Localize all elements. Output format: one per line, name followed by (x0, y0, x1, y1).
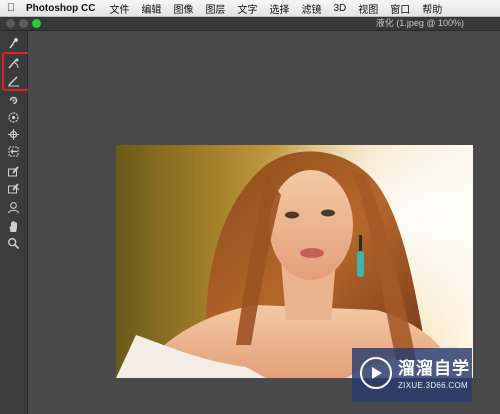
face-tool-icon[interactable] (4, 200, 23, 215)
pucker-tool-icon[interactable] (4, 110, 23, 125)
menu-help[interactable]: 帮助 (416, 1, 448, 16)
menu-type[interactable]: 文字 (231, 1, 263, 16)
portrait-image (116, 145, 473, 378)
menu-3d[interactable]: 3D (327, 3, 352, 14)
watermark-badge: 溜溜自学 ZIXUE.3D66.COM (352, 348, 472, 402)
menu-layer[interactable]: 图层 (199, 1, 231, 16)
zoom-tool-icon[interactable] (4, 236, 23, 251)
menu-edit[interactable]: 编辑 (135, 1, 167, 16)
window-close-button[interactable] (6, 19, 15, 28)
document-title: 液化 (1.jpeg @ 100%) (375, 18, 464, 28)
play-logo-icon (360, 357, 392, 389)
hand-tool-icon[interactable] (4, 219, 23, 234)
apple-icon[interactable]:  (0, 2, 22, 14)
window-zoom-button[interactable] (32, 19, 41, 28)
freeze-mask-tool-icon[interactable] (4, 164, 23, 179)
twirl-clockwise-tool-icon[interactable] (4, 93, 23, 108)
watermark-url: ZIXUE.3D66.COM (398, 381, 468, 390)
menu-window[interactable]: 窗口 (384, 1, 416, 16)
menu-image[interactable]: 图像 (167, 1, 199, 16)
forward-warp-tool-icon[interactable] (4, 36, 23, 51)
menu-app-name[interactable]: Photoshop CC (22, 3, 103, 14)
thaw-mask-tool-icon[interactable] (4, 181, 23, 196)
push-left-tool-icon[interactable] (4, 144, 23, 159)
menu-file[interactable]: 文件 (103, 1, 135, 16)
document-photo[interactable] (116, 145, 473, 378)
menu-view[interactable]: 视图 (352, 1, 384, 16)
window-title-bar: 液化 (1.jpeg @ 100%) (0, 17, 500, 31)
window-minimize-button[interactable] (19, 19, 28, 28)
menu-filter[interactable]: 滤镜 (295, 1, 327, 16)
watermark-brand: 溜溜自学 (398, 359, 470, 378)
menu-select[interactable]: 选择 (263, 1, 295, 16)
menu-bar:  Photoshop CC 文件 编辑 图像 图层 文字 选择 滤镜 3D 视… (0, 0, 500, 17)
bloat-tool-icon[interactable] (4, 127, 23, 142)
